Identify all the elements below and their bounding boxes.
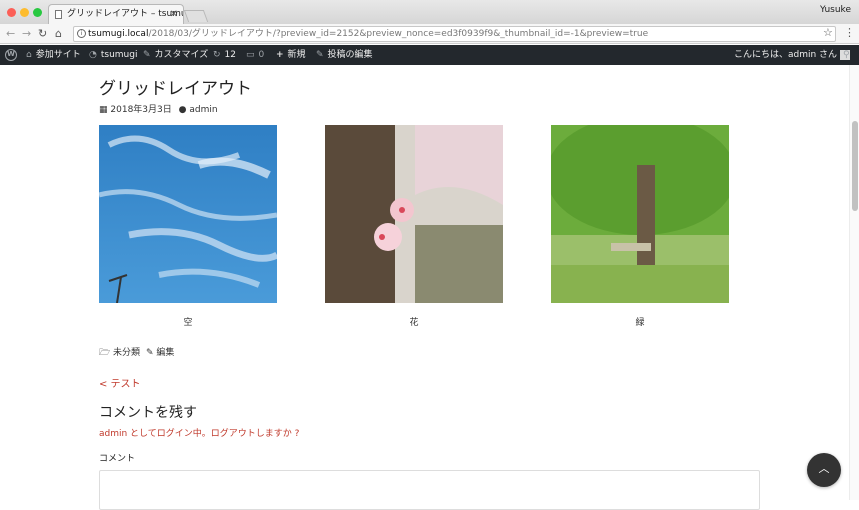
post-meta: ▦ 2018年3月3日 ● admin	[99, 102, 218, 115]
updates-menu[interactable]: ↻ 12	[213, 45, 236, 65]
close-tab-icon[interactable]: ✕	[170, 5, 178, 24]
close-window-button[interactable]	[7, 8, 16, 17]
browser-menu-icon[interactable]: ⋮	[844, 26, 855, 39]
new-tab-button[interactable]	[183, 10, 209, 22]
comment-textarea[interactable]	[99, 470, 760, 510]
previous-post-link[interactable]: < テスト	[99, 375, 141, 390]
gallery-image-flower[interactable]	[325, 125, 503, 303]
comment-label: コメント	[99, 454, 136, 464]
back-arrow-icon[interactable]: ←	[6, 26, 15, 42]
wordpress-logo-icon[interactable]: W	[5, 49, 17, 61]
forward-arrow-icon[interactable]: →	[22, 26, 31, 42]
gallery-caption: 空	[183, 318, 193, 328]
page-content: グリッドレイアウト ▦ 2018年3月3日 ● admin 空 花 緑 🗁 未分…	[0, 65, 859, 510]
info-icon[interactable]: i	[77, 29, 86, 38]
pencil-icon: ✎	[145, 348, 154, 358]
url-path: /2018/03/グリッドレイアウト/?preview_id=2152&prev…	[148, 29, 649, 39]
comment-icon: ▭	[246, 50, 255, 60]
dashboard-icon: ◔	[89, 50, 97, 60]
gallery-image-green[interactable]	[551, 125, 729, 303]
chevron-up-icon: ︿	[818, 462, 830, 475]
scrollbar-thumb[interactable]	[852, 121, 858, 211]
back-to-top-button[interactable]: ︿	[807, 453, 841, 487]
reload-icon[interactable]: ↻	[38, 26, 47, 42]
browser-titlebar: グリッドレイアウト – tsumugi ✕ Yusuke	[0, 0, 859, 24]
url-host: tsumugi.local	[88, 29, 149, 39]
post-date[interactable]: 2018年3月3日	[110, 105, 171, 115]
gallery-caption: 花	[409, 318, 419, 328]
calendar-icon: ▦	[99, 105, 108, 115]
profile-name[interactable]: Yusuke	[820, 5, 851, 15]
browser-toolbar: ← → ↻ ⌂ i tsumugi.local/2018/03/グリッドレイアウ…	[0, 24, 859, 44]
gallery-caption: 緑	[635, 318, 645, 328]
edit-post-menu[interactable]: ✎ 投稿の編集	[316, 45, 373, 65]
edit-link[interactable]: 編集	[156, 348, 174, 358]
comments-menu[interactable]: ▭ 0	[246, 45, 264, 65]
wp-admin-bar: W ⌂ 参加サイト ◔ tsumugi ✎ カスタマイズ ↻ 12 ▭ 0 + 新規 ✎ 投稿…	[0, 45, 859, 65]
tab-title: グリッドレイアウト – tsumugi	[67, 9, 184, 19]
minimize-window-button[interactable]	[20, 8, 29, 17]
my-account-menu[interactable]: こんにちは、admin さん	[734, 45, 851, 65]
page-icon	[55, 10, 62, 19]
site-name-menu[interactable]: ◔ tsumugi	[89, 45, 137, 65]
page-scrollbar[interactable]	[849, 65, 859, 500]
updates-icon: ↻	[213, 50, 221, 60]
new-content-menu[interactable]: + 新規	[276, 45, 306, 65]
pencil-icon: ✎	[316, 50, 324, 60]
post-title: グリッドレイアウト	[99, 79, 252, 99]
browser-tab[interactable]: グリッドレイアウト – tsumugi ✕	[48, 4, 184, 24]
bookmark-star-icon[interactable]: ☆	[823, 26, 833, 39]
user-icon: ●	[178, 105, 187, 115]
gallery-image-sky[interactable]	[99, 125, 277, 303]
plus-icon: +	[276, 50, 284, 60]
category-link[interactable]: 未分類	[113, 348, 140, 358]
brush-icon: ✎	[143, 50, 151, 60]
folder-icon: 🗁	[99, 348, 111, 358]
post-footer-meta: 🗁 未分類 ✎ 編集	[99, 345, 174, 361]
sites-icon: ⌂	[26, 50, 32, 60]
customize-menu[interactable]: ✎ カスタマイズ	[143, 45, 208, 65]
comment-heading: コメントを残す	[99, 405, 197, 421]
my-sites-menu[interactable]: ⌂ 参加サイト	[26, 45, 81, 65]
logged-in-as-text[interactable]: admin としてログイン中。ログアウトしますか ?	[99, 426, 299, 439]
address-bar[interactable]: i tsumugi.local/2018/03/グリッドレイアウト/?previ…	[73, 26, 836, 42]
home-icon[interactable]: ⌂	[55, 26, 62, 42]
maximize-window-button[interactable]	[33, 8, 42, 17]
post-author[interactable]: admin	[189, 105, 217, 115]
search-icon[interactable]: ⚲	[843, 45, 850, 65]
